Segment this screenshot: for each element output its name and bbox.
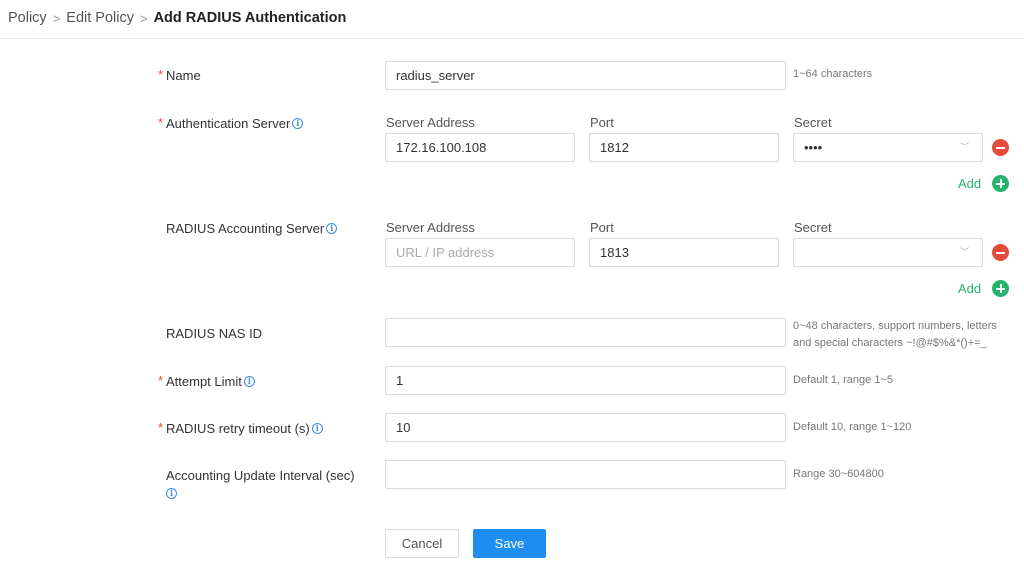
acct-address-header: Server Address bbox=[386, 220, 475, 235]
breadcrumb-policy[interactable]: Policy bbox=[8, 10, 47, 26]
page-title: Add RADIUS Authentication bbox=[153, 10, 347, 26]
retry-timeout-label: RADIUS retry timeout (s) i bbox=[166, 420, 323, 436]
required-asterisk: * bbox=[158, 67, 164, 82]
required-asterisk: * bbox=[158, 420, 164, 435]
nas-id-hint: 0~48 characters, support numbers, letter… bbox=[793, 320, 997, 349]
auth-server-port-input[interactable]: 1812 bbox=[589, 133, 779, 162]
nas-id-label: RADIUS NAS ID bbox=[166, 325, 263, 341]
eye-closed-icon[interactable]: ︶ bbox=[960, 143, 972, 152]
acct-interval-input[interactable] bbox=[385, 460, 786, 489]
info-icon[interactable]: i bbox=[292, 117, 304, 129]
add-auth-server-button[interactable] bbox=[992, 175, 1009, 192]
auth-server-label: Authentication Server i bbox=[166, 115, 304, 131]
header-divider bbox=[0, 38, 1024, 39]
required-asterisk: * bbox=[158, 115, 164, 130]
required-asterisk: * bbox=[158, 373, 164, 388]
retry-timeout-input[interactable]: 10 bbox=[385, 413, 786, 442]
remove-auth-server-button[interactable] bbox=[992, 139, 1009, 156]
attempt-limit-input[interactable]: 1 bbox=[385, 366, 786, 395]
breadcrumb: Policy > Edit Policy > Add RADIUS Authen… bbox=[8, 8, 346, 28]
chevron-right-icon: > bbox=[52, 10, 61, 26]
acct-server-secret-input[interactable]: ︶ bbox=[793, 238, 983, 267]
add-acct-server-button[interactable] bbox=[992, 280, 1009, 297]
acct-interval-label: Accounting Update Interval (sec) bbox=[166, 467, 355, 483]
breadcrumb-edit-policy[interactable]: Edit Policy bbox=[66, 10, 134, 26]
name-label: Name bbox=[166, 67, 201, 83]
auth-port-header: Port bbox=[590, 115, 614, 130]
name-input[interactable]: radius_server bbox=[385, 61, 786, 90]
acct-server-address-input[interactable]: URL / IP address bbox=[385, 238, 575, 267]
cancel-button[interactable]: Cancel bbox=[385, 529, 459, 558]
add-auth-server-link[interactable]: Add bbox=[958, 176, 981, 191]
save-button[interactable]: Save bbox=[473, 529, 546, 558]
add-acct-server-link[interactable]: Add bbox=[958, 281, 981, 296]
auth-address-header: Server Address bbox=[386, 115, 475, 130]
auth-server-secret-input[interactable]: •••• ︶ bbox=[793, 133, 983, 162]
retry-timeout-hint: Default 10, range 1~120 bbox=[793, 421, 912, 433]
auth-secret-value: •••• bbox=[804, 140, 823, 155]
name-hint: 1~64 characters bbox=[793, 68, 873, 80]
acct-secret-header: Secret bbox=[794, 220, 832, 235]
acct-server-port-input[interactable]: 1813 bbox=[589, 238, 779, 267]
info-icon[interactable]: i bbox=[243, 375, 255, 387]
info-icon[interactable]: i bbox=[326, 222, 338, 234]
nas-id-input[interactable] bbox=[385, 318, 786, 347]
attempt-limit-hint: Default 1, range 1~5 bbox=[793, 374, 893, 386]
acct-interval-hint: Range 30~604800 bbox=[793, 468, 884, 480]
acct-server-label: RADIUS Accounting Server i bbox=[166, 220, 338, 236]
info-icon[interactable]: i bbox=[311, 422, 323, 434]
chevron-right-icon: > bbox=[139, 10, 148, 26]
acct-port-header: Port bbox=[590, 220, 614, 235]
eye-closed-icon[interactable]: ︶ bbox=[960, 248, 972, 257]
auth-server-address-input[interactable]: 172.16.100.108 bbox=[385, 133, 575, 162]
info-icon[interactable]: i bbox=[166, 488, 177, 499]
remove-acct-server-button[interactable] bbox=[992, 244, 1009, 261]
auth-secret-header: Secret bbox=[794, 115, 832, 130]
attempt-limit-label: Attempt Limit i bbox=[166, 373, 255, 389]
